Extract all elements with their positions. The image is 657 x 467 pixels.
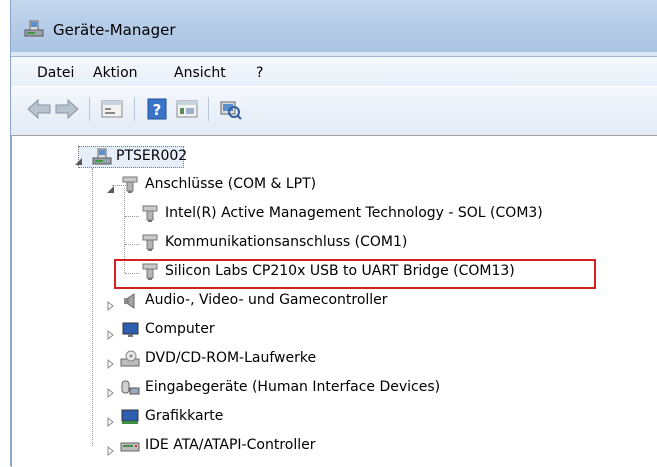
port-icon xyxy=(140,234,160,252)
menu-ansicht[interactable]: Ansicht xyxy=(174,65,226,81)
port-icon xyxy=(140,205,160,223)
expanded-arrow-icon[interactable] xyxy=(106,180,116,193)
tree-node-audio[interactable]: Audio-, Video- und Gamecontroller xyxy=(12,289,512,315)
tree-node-root[interactable]: PTSER002 xyxy=(12,145,312,171)
svg-text:?: ? xyxy=(153,101,162,119)
back-icon[interactable] xyxy=(26,96,52,122)
menu-bar: Datei Aktion Ansicht ? xyxy=(11,56,657,87)
expanded-arrow-icon[interactable] xyxy=(74,152,84,165)
menu-help[interactable]: ? xyxy=(256,65,263,81)
forward-icon[interactable] xyxy=(54,96,80,122)
menu-aktion[interactable]: Aktion xyxy=(93,65,138,81)
title-bar[interactable]: Geräte-Manager xyxy=(11,0,657,52)
toolbar-separator xyxy=(134,97,135,121)
port-icon xyxy=(120,176,140,194)
computer-icon xyxy=(92,148,112,166)
tree-node-label: Audio-, Video- und Gamecontroller xyxy=(145,292,388,308)
tree-node-port-com1[interactable]: Kommunikationsanschluss (COM1) xyxy=(12,231,512,257)
scan-hardware-icon[interactable] xyxy=(217,96,243,122)
help-icon[interactable]: ? xyxy=(144,96,170,122)
collapsed-arrow-icon[interactable] xyxy=(106,354,116,370)
tree-node-label: DVD/CD-ROM-Laufwerke xyxy=(145,350,317,366)
disc-drive-icon xyxy=(120,350,140,368)
tree-node-label: Computer xyxy=(145,321,215,337)
collapsed-arrow-icon[interactable] xyxy=(106,383,116,399)
monitor-icon xyxy=(120,321,140,339)
toolbar: ? xyxy=(11,86,657,136)
tree-node-label: Kommunikationsanschluss (COM1) xyxy=(165,234,408,250)
tree-node-ports[interactable]: Anschlüsse (COM & LPT) xyxy=(12,173,512,199)
input-device-icon xyxy=(120,379,140,397)
highlight-box xyxy=(114,259,596,289)
menu-datei[interactable]: Datei xyxy=(37,65,74,81)
device-manager-icon xyxy=(24,20,44,38)
tree-node-computer[interactable]: Computer xyxy=(12,318,512,344)
collapsed-arrow-icon[interactable] xyxy=(106,441,116,457)
collapsed-arrow-icon[interactable] xyxy=(106,296,116,312)
tree-node-label: Eingabegeräte (Human Interface Devices) xyxy=(145,379,441,395)
tree-node-dvd[interactable]: DVD/CD-ROM-Laufwerke xyxy=(12,347,512,373)
tree-node-label: PTSER002 xyxy=(116,148,188,164)
tree-node-label: Intel(R) Active Management Technology - … xyxy=(165,205,543,221)
tree-node-port-com3[interactable]: Intel(R) Active Management Technology - … xyxy=(12,202,652,228)
tree-node-label: Anschlüsse (COM & LPT) xyxy=(145,176,317,192)
toolbar-separator xyxy=(208,97,209,121)
tree-node-hid[interactable]: Eingabegeräte (Human Interface Devices) xyxy=(12,376,512,402)
tree-node-graphics[interactable]: Grafikkarte xyxy=(12,405,512,431)
tree-node-label: Grafikkarte xyxy=(145,408,224,424)
window-title: Geräte-Manager xyxy=(53,21,176,39)
toolbar-separator xyxy=(89,97,90,121)
tree-node-ide[interactable]: IDE ATA/ATAPI-Controller xyxy=(12,434,512,460)
collapsed-arrow-icon[interactable] xyxy=(106,412,116,428)
graphics-card-icon xyxy=(120,408,140,426)
speaker-icon xyxy=(120,292,140,310)
tree-node-label: IDE ATA/ATAPI-Controller xyxy=(145,437,316,453)
view-icon[interactable] xyxy=(174,96,200,122)
device-manager-window: Geräte-Manager Datei Aktion Ansicht ? ? xyxy=(10,0,657,467)
ide-controller-icon xyxy=(120,437,140,455)
collapsed-arrow-icon[interactable] xyxy=(106,325,116,341)
device-tree: PTSER002 Anschlüsse (COM & LPT) Intel(R)… xyxy=(11,135,657,467)
properties-icon[interactable] xyxy=(99,96,125,122)
